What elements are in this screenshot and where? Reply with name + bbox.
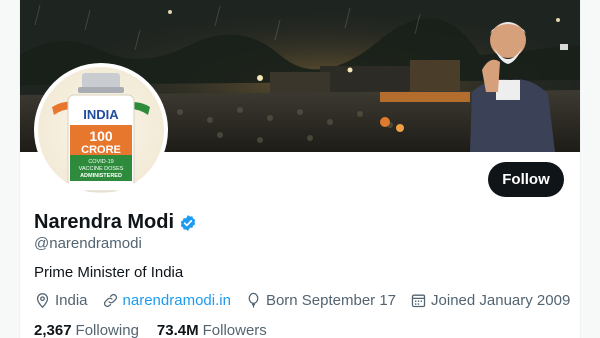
balloon-icon [248, 292, 259, 308]
location-pin-icon [36, 293, 49, 309]
following-count: 2,367 [34, 322, 72, 338]
following-label: Following [75, 322, 139, 338]
location-text: India [55, 292, 88, 309]
profile-handle: @narendramodi [34, 235, 142, 252]
profile-stats-row: 2,367 Following 73.4M Followers [34, 322, 285, 338]
website-link[interactable]: narendramodi.in [123, 292, 231, 309]
meta-joined: Joined January 2009 [410, 292, 570, 309]
profile-meta-row: India narendramodi.in Born September 17 [34, 292, 580, 309]
avatar-india-text: INDIA [83, 107, 119, 122]
link-icon [103, 293, 117, 308]
meta-location: India [34, 292, 88, 309]
meta-website: narendramodi.in [102, 292, 231, 309]
following-stat[interactable]: 2,367 Following [34, 322, 139, 338]
meta-birthday: Born September 17 [245, 292, 396, 309]
avatar-image: INDIA 100 CRORE COVID-19 VACCINE DOSES A… [38, 67, 164, 193]
verified-badge-icon[interactable] [179, 214, 197, 232]
profile-card: INDIA 100 CRORE COVID-19 VACCINE DOSES A… [20, 0, 580, 338]
avatar-unit-text: CRORE [81, 144, 121, 156]
vaccine-milestone-graphic: INDIA 100 CRORE COVID-19 VACCINE DOSES A… [52, 73, 150, 192]
followers-label: Followers [202, 322, 267, 338]
avatar-subtitle-2: VACCINE DOSES [79, 166, 124, 172]
display-name-text: Narendra Modi [34, 211, 175, 233]
profile-display-name: Narendra Modi [34, 211, 197, 234]
avatar-subtitle-3: ADMINISTERED [80, 173, 122, 179]
right-gutter [580, 0, 600, 338]
birthday-text: Born September 17 [265, 292, 397, 309]
joined-text: Joined January 2009 [431, 292, 571, 309]
avatar-count-text: 100 [89, 128, 113, 144]
calendar-icon [411, 294, 426, 308]
followers-stat[interactable]: 73.4M Followers [157, 322, 267, 338]
follow-button[interactable]: Follow [488, 162, 564, 197]
profile-bio: Prime Minister of India [34, 264, 184, 281]
profile-avatar[interactable]: INDIA 100 CRORE COVID-19 VACCINE DOSES A… [34, 63, 168, 197]
followers-count: 73.4M [156, 322, 199, 338]
left-gutter [0, 0, 20, 338]
avatar-subtitle-1: COVID-19 [88, 159, 113, 165]
